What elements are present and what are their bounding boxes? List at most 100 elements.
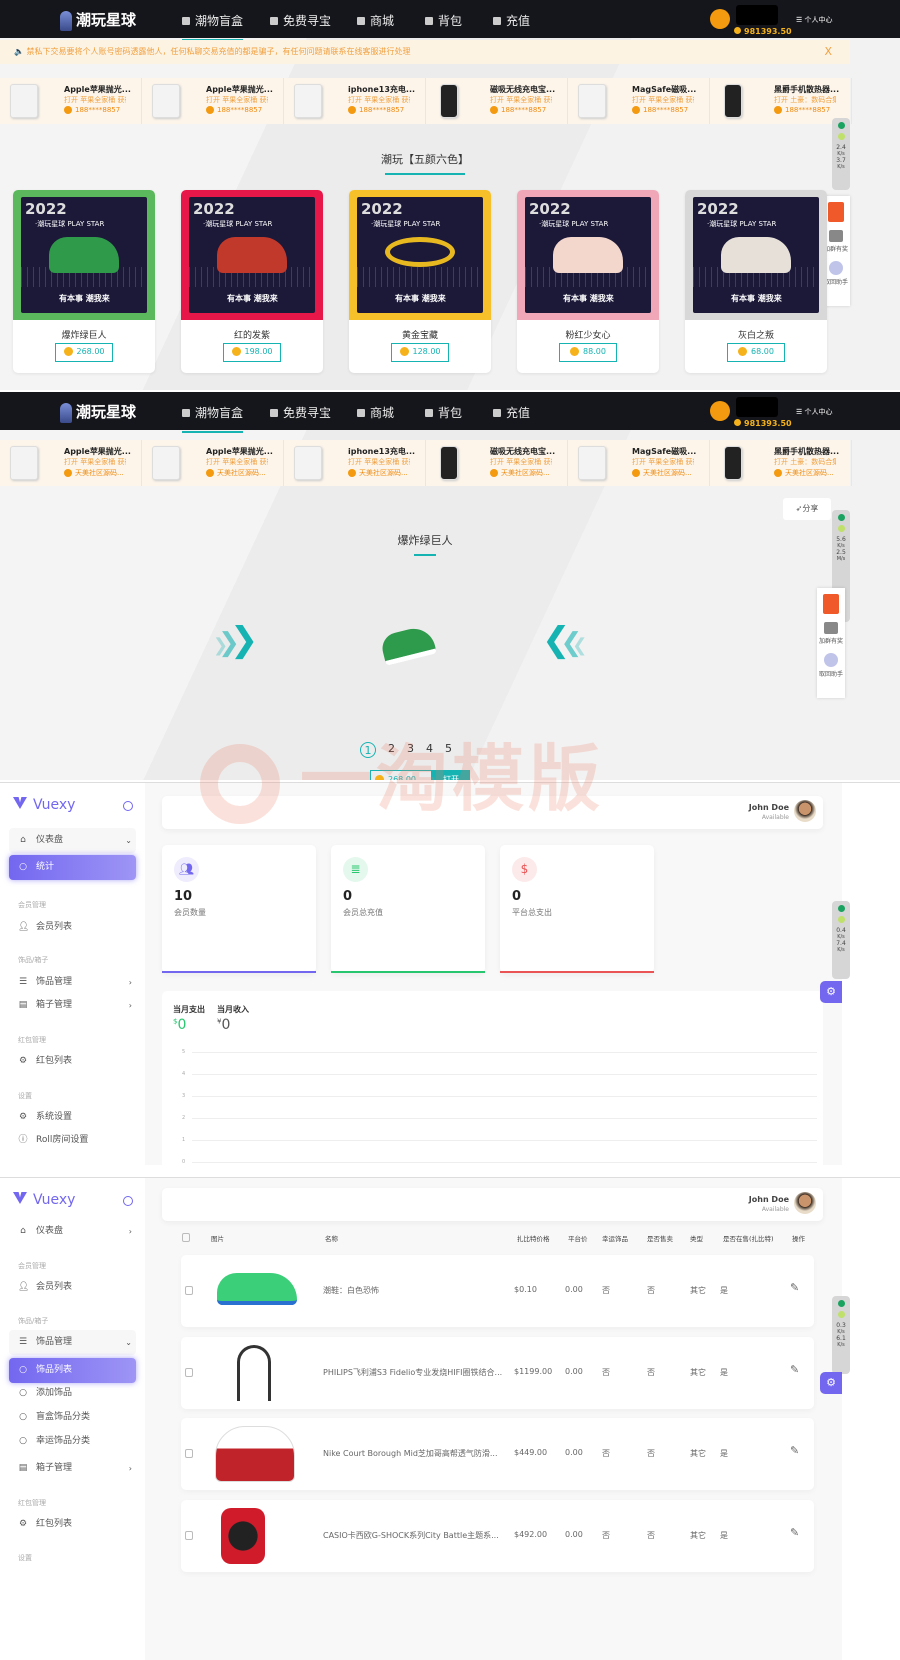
sidebar-item-item-list[interactable]: ○ 饰品列表 xyxy=(9,1358,136,1383)
return-arrow-icon[interactable] xyxy=(829,261,843,275)
box-price[interactable]: 198.00 xyxy=(223,343,281,362)
red-packet-icon[interactable] xyxy=(828,202,844,222)
edit-icon[interactable]: ✎ xyxy=(790,1281,799,1294)
nav-item-3[interactable]: 背包 xyxy=(425,12,462,29)
table-row[interactable]: PHILIPS飞利浦S3 Fidelio专业发烧HIFI圈铁结合... $1199… xyxy=(181,1336,814,1409)
nav-item-2[interactable]: 商城 xyxy=(357,404,394,421)
box-price[interactable]: 88.00 xyxy=(559,343,617,362)
ticker-item[interactable]: 黑爵手机散热器... 打开 土豪：数码合集 天美社区源码... xyxy=(710,440,852,486)
gridline xyxy=(192,1140,817,1141)
avatar[interactable] xyxy=(794,800,816,822)
ticker-item[interactable]: Apple苹果抛光... 打开 苹果全家桶 获得 天美社区源码... xyxy=(0,440,142,486)
table-row[interactable]: CASIO卡西欧G-SHOCK系列City Battle主题系... $492.0… xyxy=(181,1499,814,1572)
ticker-item[interactable]: 磁吸无线充电宝... 打开 苹果全家桶 获得 天美社区源码... xyxy=(426,440,568,486)
nav-item-4[interactable]: 充值 xyxy=(493,12,530,29)
page-5[interactable]: 5 xyxy=(445,742,452,758)
sidebar-item-member-list[interactable]: 👤︎ 会员列表 xyxy=(9,915,136,940)
user-center-link[interactable]: ☰ 个人中心 xyxy=(796,407,833,417)
sidebar-item-dashboard[interactable]: ⌂ 仪表盘 ⌄ xyxy=(9,828,136,853)
sidebar-item-roll-settings[interactable]: ⓘ Roll房间设置 xyxy=(9,1128,136,1153)
join-group-label[interactable]: 加群有奖 xyxy=(817,636,845,645)
sidebar-toggle-icon[interactable] xyxy=(123,1196,133,1206)
ticker-item[interactable]: iphone13充电... 打开 苹果全家桶 获得 天美社区源码... xyxy=(284,440,426,486)
blind-box-card[interactable]: 2022 ·潮玩星球 PLAY STAR 有本事 潮我来 爆炸绿巨人 268.00 xyxy=(13,190,155,373)
speed-unit: K/s xyxy=(837,164,845,170)
row-checkbox[interactable] xyxy=(185,1286,193,1295)
user-avatar[interactable] xyxy=(710,9,730,29)
ticker-item[interactable]: iphone13充电... 打开 苹果全家桶 获得 188****8857 xyxy=(284,78,426,124)
table-row[interactable]: Nike Court Borough Mid芝加哥高帮透气防滑... $449.0… xyxy=(181,1418,814,1490)
customizer-gear-button[interactable]: ⚙ xyxy=(820,1372,842,1394)
row-checkbox[interactable] xyxy=(185,1449,193,1458)
box-cover-image: 2022 ·潮玩星球 PLAY STAR 有本事 潮我来 xyxy=(349,190,491,320)
gridline xyxy=(192,1118,817,1119)
nav-item-0[interactable]: 潮物盲盒 xyxy=(182,12,244,41)
box-price[interactable]: 128.00 xyxy=(391,343,449,362)
retrieve-helper-label[interactable]: 取回助手 xyxy=(817,669,845,678)
user-icon: 👤︎ xyxy=(18,1282,30,1292)
speed-value: 2.5 xyxy=(836,549,846,556)
avatar[interactable] xyxy=(794,1192,816,1214)
return-arrow-icon[interactable] xyxy=(824,653,838,667)
customizer-gear-button[interactable]: ⚙ xyxy=(820,981,842,1003)
sidebar-item-lucky-category[interactable]: ○ 幸运饰品分类 xyxy=(9,1429,136,1454)
box-price[interactable]: 68.00 xyxy=(727,343,785,362)
sidebar-item-redpacket-list[interactable]: ⚙ 红包列表 xyxy=(9,1512,136,1537)
red-packet-icon[interactable] xyxy=(823,594,839,614)
page-1[interactable]: 1 xyxy=(360,742,376,758)
ticker-item[interactable]: 黑爵手机散热器... 打开 土豪：数码合集 188****8857 xyxy=(710,78,852,124)
shop-icon[interactable] xyxy=(824,622,838,634)
sidebar-item-box-manage[interactable]: ▤ 箱子管理 › xyxy=(9,993,136,1018)
nav-item-1[interactable]: 免费寻宝 xyxy=(270,404,331,421)
notice-close-button[interactable]: X xyxy=(824,40,832,64)
nav-item-1[interactable]: 免费寻宝 xyxy=(270,12,331,29)
sidebar-item-dashboard[interactable]: ⌂ 仪表盘 › xyxy=(9,1219,136,1244)
blind-box-card[interactable]: 2022 ·潮玩星球 PLAY STAR 有本事 潮我来 粉红少女心 88.00 xyxy=(517,190,659,373)
edit-icon[interactable]: ✎ xyxy=(790,1444,799,1457)
y-tick: 1 xyxy=(182,1137,832,1143)
sidebar-item-system-settings[interactable]: ⚙ 系统设置 xyxy=(9,1105,136,1130)
blind-box-card[interactable]: 2022 ·潮玩星球 PLAY STAR 有本事 潮我来 红的发紫 198.00 xyxy=(181,190,323,373)
nav-icon xyxy=(493,17,501,25)
share-button[interactable]: ➶分享 xyxy=(783,498,831,520)
nav-item-2[interactable]: 商城 xyxy=(357,12,394,29)
user-center-link[interactable]: ☰ 个人中心 xyxy=(796,15,833,25)
site-logo[interactable]: 潮玩星球 xyxy=(60,9,136,31)
select-all-checkbox[interactable] xyxy=(182,1233,190,1242)
box-title-text: 爆炸绿巨人 xyxy=(397,534,453,547)
sidebar-toggle-icon[interactable] xyxy=(123,801,133,811)
sidebar-item-add-item[interactable]: ○ 添加饰品 xyxy=(9,1381,136,1406)
table-row[interactable]: 潮鞋：白色恐怖 $0.10 0.00 否 否 其它 是 ✎ xyxy=(181,1255,814,1327)
ticker-item[interactable]: MagSafe磁吸... 打开 苹果全家桶 获得 天美社区源码... xyxy=(568,440,710,486)
shop-icon[interactable] xyxy=(829,230,843,242)
nav-item-0[interactable]: 潮物盲盒 xyxy=(182,404,244,433)
box-price[interactable]: 268.00 xyxy=(55,343,113,362)
sidebar-item-redpacket-list[interactable]: ⚙ 红包列表 xyxy=(9,1049,136,1074)
sidebar-item-item-manage[interactable]: ☰ 饰品管理 › xyxy=(9,970,136,995)
user-avatar[interactable] xyxy=(710,401,730,421)
ticker-product-name: MagSafe磁吸... xyxy=(632,85,697,94)
edit-icon[interactable]: ✎ xyxy=(790,1526,799,1539)
page-3[interactable]: 3 xyxy=(407,742,414,758)
blind-box-card[interactable]: 2022 ·潮玩星球 PLAY STAR 有本事 潮我来 灰白之叛 68.00 xyxy=(685,190,827,373)
ticker-item[interactable]: Apple苹果抛光... 打开 苹果全家桶 获得 天美社区源码... xyxy=(142,440,284,486)
sidebar-item-stats[interactable]: ○ 统计 xyxy=(9,855,136,880)
edit-icon[interactable]: ✎ xyxy=(790,1363,799,1376)
nav-item-4[interactable]: 充值 xyxy=(493,404,530,421)
nav-item-3[interactable]: 背包 xyxy=(425,404,462,421)
page-2[interactable]: 2 xyxy=(388,742,395,758)
sidebar-item-box-manage[interactable]: ▤ 箱子管理 › xyxy=(9,1456,136,1481)
row-checkbox[interactable] xyxy=(185,1367,193,1377)
ticker-item[interactable]: Apple苹果抛光... 打开 苹果全家桶 获得 188****8857 xyxy=(142,78,284,124)
page-4[interactable]: 4 xyxy=(426,742,433,758)
ticker-item[interactable]: Apple苹果抛光... 打开 苹果全家桶 获得 188****8857 xyxy=(0,78,142,124)
open-box-button[interactable]: 268.00 打开 xyxy=(370,770,470,780)
ticker-item[interactable]: 磁吸无线充电宝... 打开 苹果全家桶 获得 188****8857 xyxy=(426,78,568,124)
blind-box-card[interactable]: 2022 ·潮玩星球 PLAY STAR 有本事 潮我来 黄金宝藏 128.00 xyxy=(349,190,491,373)
sidebar-item-member-list[interactable]: 👤︎ 会员列表 xyxy=(9,1275,136,1300)
sidebar-item-item-manage[interactable]: ☰ 饰品管理 ⌄ xyxy=(9,1330,136,1355)
sidebar-item-blindbox-category[interactable]: ○ 盲盒饰品分类 xyxy=(9,1405,136,1430)
row-checkbox[interactable] xyxy=(185,1530,193,1540)
ticker-item[interactable]: MagSafe磁吸... 打开 苹果全家桶 获得 188****8857 xyxy=(568,78,710,124)
site-logo[interactable]: 潮玩星球 xyxy=(60,401,136,423)
